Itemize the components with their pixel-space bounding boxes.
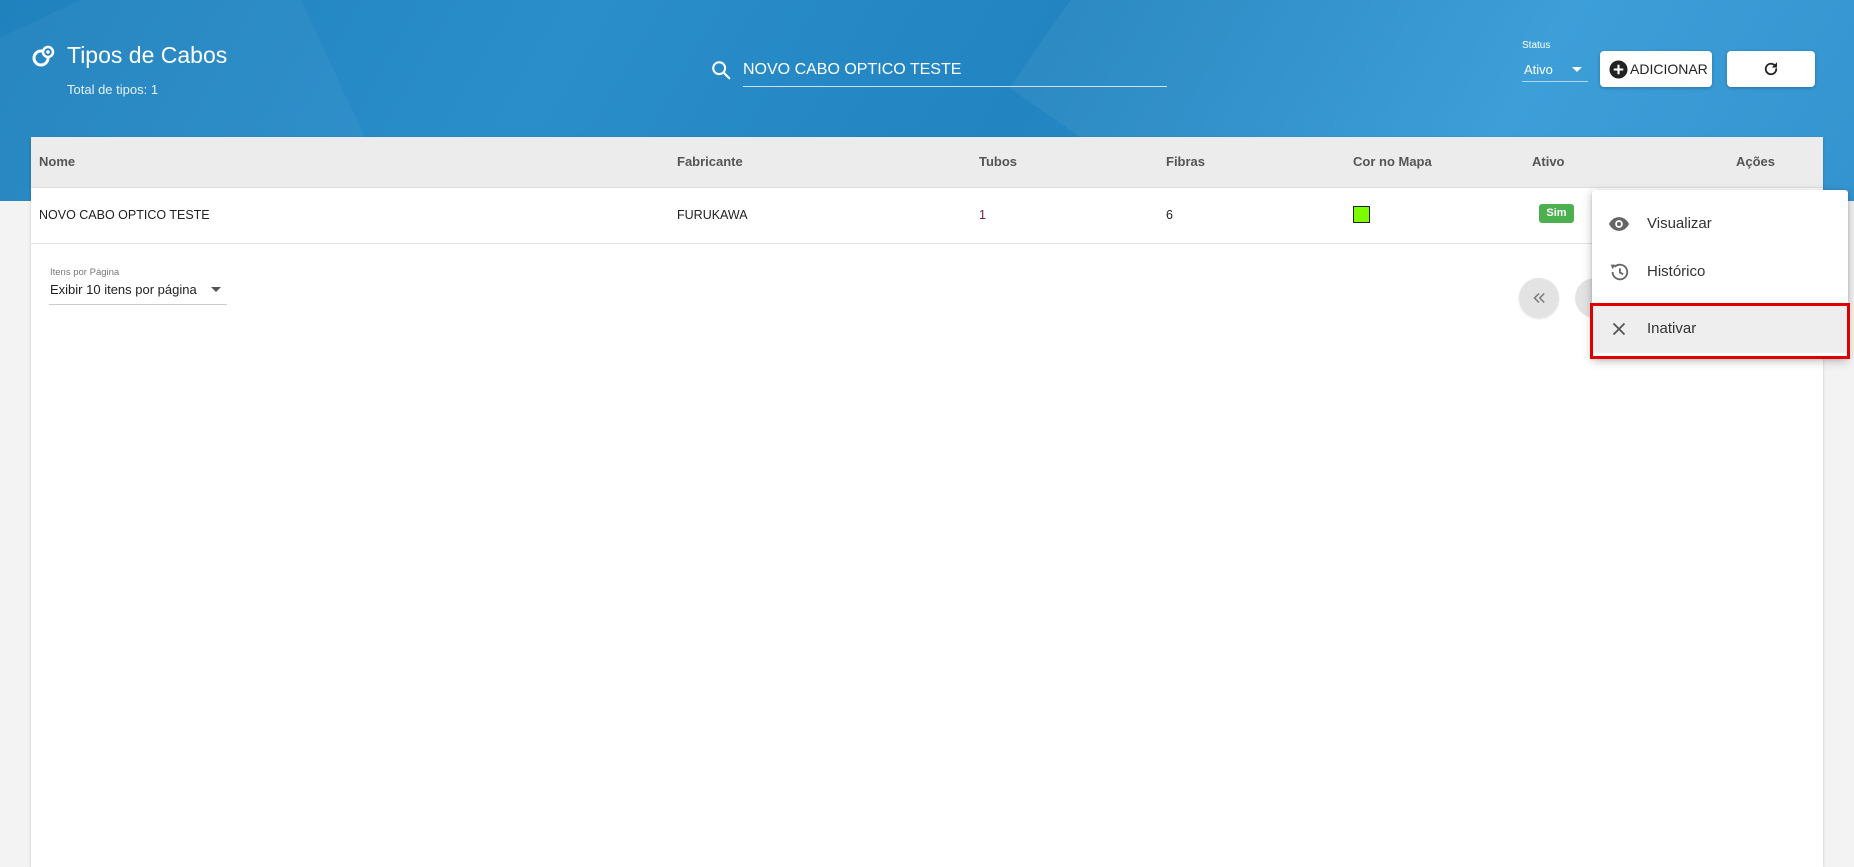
- menu-item-visualizar[interactable]: Visualizar: [1592, 200, 1848, 248]
- items-per-page-value: Exibir 10 itens por página: [50, 282, 197, 297]
- table-card: Nome Fabricante Tubos Fibras Cor no Mapa…: [31, 137, 1823, 867]
- status-underline: [1522, 81, 1588, 82]
- chevron-double-left-icon: [1533, 292, 1545, 304]
- column-header-tubos[interactable]: Tubos: [979, 154, 1017, 169]
- eye-icon: [1608, 217, 1630, 231]
- search-icon[interactable]: [710, 59, 732, 81]
- status-badge: Sim: [1539, 204, 1574, 223]
- page-title: Tipos de Cabos: [67, 42, 228, 68]
- column-header-acoes: Ações: [1736, 154, 1776, 169]
- status-value: Ativo: [1524, 62, 1553, 77]
- chevron-down-icon: [211, 287, 221, 292]
- plus-circle-icon: [1609, 60, 1628, 79]
- status-select[interactable]: Status Ativo: [1522, 40, 1588, 82]
- items-per-page-select[interactable]: Itens por Página Exibir 10 itens por pág…: [49, 267, 227, 307]
- menu-item-label: Visualizar: [1647, 215, 1712, 232]
- column-header-fabricante[interactable]: Fabricante: [677, 154, 743, 169]
- items-per-page-underline: [49, 304, 227, 305]
- map-color-swatch: [1353, 206, 1370, 223]
- cable-type-icon: [32, 45, 55, 67]
- menu-item-historico[interactable]: Histórico: [1592, 248, 1848, 296]
- refresh-button[interactable]: [1727, 51, 1815, 87]
- close-icon: [1612, 322, 1626, 336]
- table-header: Nome Fabricante Tubos Fibras Cor no Mapa…: [31, 137, 1823, 188]
- row-actions-menu: Visualizar Histórico Inativar: [1590, 190, 1850, 359]
- cell-fibras: 6: [1166, 208, 1173, 222]
- search-input[interactable]: [743, 54, 1167, 87]
- history-icon: [1610, 263, 1629, 281]
- menu-item-inativar[interactable]: Inativar: [1590, 303, 1850, 359]
- cell-fabricante: FURUKAWA: [677, 208, 748, 222]
- column-header-nome[interactable]: Nome: [39, 154, 75, 169]
- menu-item-label: Inativar: [1647, 320, 1697, 337]
- cell-nome: NOVO CABO OPTICO TESTE: [39, 208, 210, 222]
- first-page-button[interactable]: [1519, 278, 1559, 318]
- column-header-ativo[interactable]: Ativo: [1532, 154, 1565, 169]
- refresh-icon: [1764, 62, 1778, 76]
- items-per-page-label: Itens por Página: [50, 267, 120, 278]
- add-button-label: ADICIONAR: [1630, 61, 1708, 77]
- column-header-fibras[interactable]: Fibras: [1166, 154, 1205, 169]
- cell-tubos: 1: [979, 208, 986, 222]
- add-button[interactable]: ADICIONAR: [1600, 51, 1712, 87]
- column-header-cor-no-mapa[interactable]: Cor no Mapa: [1353, 154, 1432, 169]
- chevron-down-icon: [1572, 67, 1582, 72]
- table-row[interactable]: NOVO CABO OPTICO TESTE FURUKAWA 1 6 Sim: [31, 188, 1823, 244]
- total-count: Total de tipos: 1: [67, 82, 159, 97]
- search-bar: [710, 54, 1168, 88]
- status-label: Status: [1522, 40, 1551, 51]
- menu-item-label: Histórico: [1647, 263, 1706, 280]
